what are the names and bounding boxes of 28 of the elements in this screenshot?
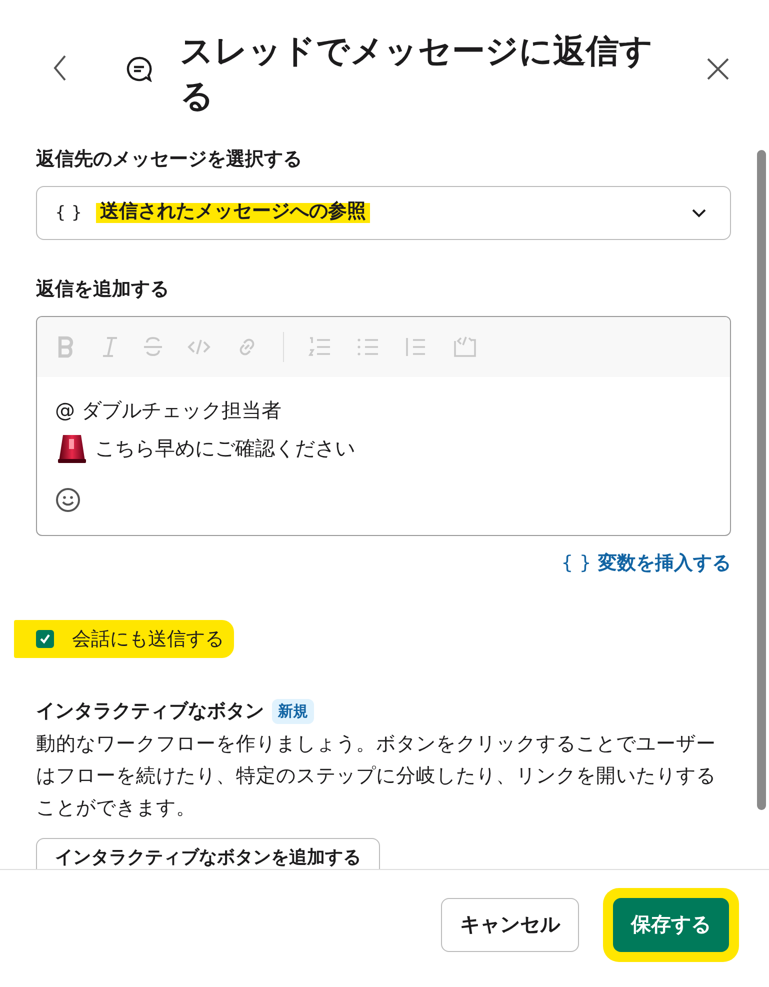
section-description: 動的なワークフローを作りましょう。ボタンをクリックすることでユーザーはフローを続けたり、特定のステップに分岐したり、リンクを開いたりすることができます。 xyxy=(36,731,717,821)
field-label: 返信先のメッセージを選択する xyxy=(36,147,303,172)
reply-editor[interactable]: @ ダブルチェック担当者 こちら早めにご確認ください xyxy=(36,316,731,536)
close-icon[interactable] xyxy=(707,58,729,80)
scrollbar-thumb[interactable] xyxy=(757,150,766,810)
send-to-channel-checkbox[interactable]: 会話にも送信する xyxy=(14,620,234,658)
code-block-icon[interactable] xyxy=(452,335,478,359)
section-title: インタラクティブなボタン xyxy=(36,699,264,724)
message-line: こちら早めにご確認ください xyxy=(95,434,355,462)
message-line: @ ダブルチェック担当者 xyxy=(55,396,282,424)
strikethrough-icon[interactable] xyxy=(143,336,163,358)
cancel-button[interactable]: キャンセル xyxy=(441,898,579,952)
back-icon[interactable] xyxy=(52,54,68,82)
emoji-icon[interactable] xyxy=(55,487,81,513)
save-button[interactable]: 保存する xyxy=(613,898,729,952)
numbered-list-icon[interactable] xyxy=(308,335,332,359)
add-interactive-button[interactable]: インタラクティブなボタンを追加する xyxy=(36,838,380,869)
italic-icon[interactable] xyxy=(101,336,119,358)
insert-variable-link[interactable]: { } 変数を挿入する xyxy=(561,550,731,576)
checkbox[interactable] xyxy=(36,630,54,648)
dialog-title: スレッドでメッセージに返信する xyxy=(180,30,654,117)
new-badge: 新規 xyxy=(272,698,314,724)
message-select[interactable]: { } 送信されたメッセージへの参照 xyxy=(36,186,731,240)
chevron-down-icon xyxy=(692,208,706,218)
quote-icon[interactable] xyxy=(404,335,428,359)
checkmark-icon xyxy=(39,633,51,645)
chat-bubble-icon xyxy=(126,56,152,82)
field-label: 返信を追加する xyxy=(36,277,170,302)
